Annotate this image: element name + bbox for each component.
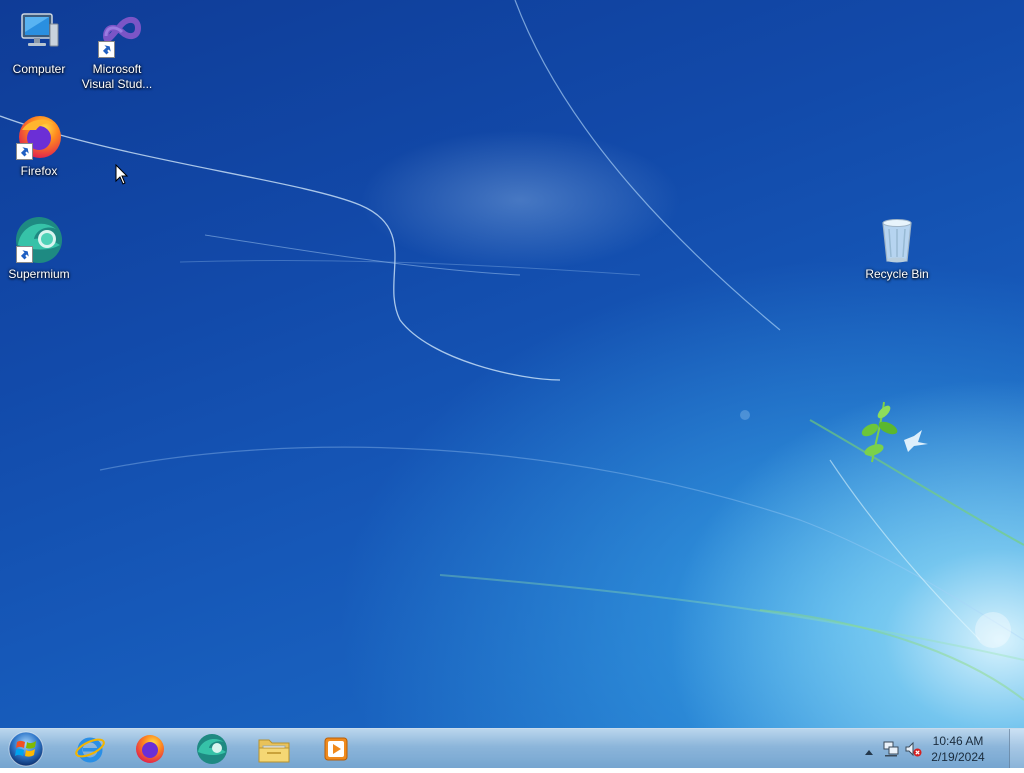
leaf-sprig — [861, 401, 898, 463]
desktop-icon-label: Recycle Bin — [865, 267, 929, 281]
shortcut-arrow-icon — [98, 41, 115, 58]
taskbar-app-firefox[interactable] — [122, 731, 178, 767]
desktop-icon-computer[interactable]: Computer — [0, 10, 78, 77]
desktop-icon-label: Supermium — [8, 267, 70, 281]
shortcut-arrow-icon — [16, 143, 33, 160]
desktop-icon-supermium[interactable]: Supermium — [0, 215, 78, 282]
shortcut-arrow-icon — [16, 246, 33, 263]
system-tray: 10:46 AM 2/19/2024 — [854, 729, 1024, 769]
taskbar-app-supermium[interactable] — [184, 731, 240, 767]
desktop-icon-visual-studio[interactable]: Microsoft Visual Stud... — [78, 10, 156, 92]
visual-studio-icon — [92, 10, 142, 60]
network-icon[interactable] — [882, 740, 900, 763]
mouse-cursor-icon — [115, 164, 129, 185]
desktop[interactable]: Computer Microsoft Visual Stud... Firefo… — [0, 0, 1024, 728]
folder-icon — [258, 739, 290, 763]
clock[interactable]: 10:46 AM 2/19/2024 — [922, 733, 994, 765]
desktop-icon-label: Computer — [12, 62, 66, 76]
desktop-icon-label: Microsoft Visual Stud... — [81, 62, 153, 91]
desktop-icon-label: Firefox — [20, 164, 58, 178]
computer-icon — [14, 10, 64, 60]
recycle-bin-icon — [872, 215, 922, 265]
show-desktop-button[interactable] — [1009, 729, 1024, 768]
bird-silhouette — [904, 430, 928, 452]
supermium-icon — [197, 734, 227, 764]
clock-date: 2/19/2024 — [931, 750, 985, 764]
show-hidden-icons-arrow[interactable] — [864, 743, 874, 761]
taskbar-app-media-player[interactable] — [308, 731, 364, 767]
internet-explorer-icon — [75, 737, 105, 763]
firefox-icon — [136, 735, 164, 763]
clock-time: 10:46 AM — [932, 734, 984, 748]
taskbar-app-internet-explorer[interactable] — [62, 731, 118, 767]
media-player-icon — [324, 737, 348, 761]
firefox-icon — [14, 112, 64, 162]
taskbar: 10:46 AM 2/19/2024 — [0, 728, 1024, 768]
desktop-icon-firefox[interactable]: Firefox — [0, 112, 78, 179]
wallpaper-streaks — [0, 0, 1024, 701]
supermium-icon — [14, 215, 64, 265]
desktop-icon-recycle-bin[interactable]: Recycle Bin — [858, 215, 936, 282]
windows-start-orb-icon — [8, 731, 44, 767]
taskbar-app-windows-explorer[interactable] — [246, 731, 302, 767]
volume-muted-icon[interactable] — [904, 740, 922, 763]
start-button[interactable] — [6, 730, 46, 768]
